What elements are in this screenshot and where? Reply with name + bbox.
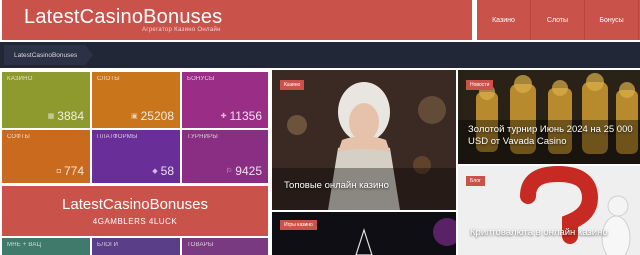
tile-label: МНЕ + ВАЦ bbox=[7, 242, 42, 248]
nav-item-casino[interactable]: Казино bbox=[477, 0, 531, 40]
tile-label: БЛОГИ bbox=[97, 242, 119, 248]
tile-casino[interactable]: КАЗИНО ▦ 3884 bbox=[2, 72, 90, 128]
nav-item-slots[interactable]: Слоты bbox=[531, 0, 585, 40]
tile-count: ✚ 11356 bbox=[220, 109, 262, 123]
tile-label: СОФТЫ bbox=[7, 134, 31, 140]
software-icon: ◘ bbox=[56, 167, 61, 175]
card-title[interactable]: Криптовалюта в онлайн казино bbox=[470, 227, 608, 239]
card-top-casino[interactable]: Казино Топовые онлайн казино bbox=[272, 70, 456, 210]
promo-title: LatestCasinoBonuses bbox=[62, 196, 208, 213]
promo-subtitle: 4GAMBLERS 4LUCK bbox=[92, 217, 178, 226]
breadcrumb-bar: LatestCasinoBonuses bbox=[0, 42, 640, 68]
card-tag[interactable]: Игры казино bbox=[280, 220, 317, 230]
tile-count: ▣ 25208 bbox=[131, 109, 174, 123]
card-title[interactable]: Золотой турнир Июнь 2024 на 25 000 USD о… bbox=[468, 124, 638, 148]
category-tiles: КАЗИНО ▦ 3884 СЛОТЫ ▣ 25208 БОНУСЫ ✚ 11356 … bbox=[0, 70, 270, 255]
tile-blogs[interactable]: БЛОГИ bbox=[92, 238, 180, 255]
tile-count: ◆ 58 bbox=[152, 164, 174, 178]
tile-label: ТОВАРЫ bbox=[187, 242, 214, 248]
games-image bbox=[272, 212, 456, 255]
tournaments-icon: ⚐ bbox=[226, 168, 233, 175]
nav-item-bonuses[interactable]: Бонусы bbox=[585, 0, 639, 40]
card-blog[interactable]: Блог Криптовалюта в онлайн казино bbox=[458, 166, 640, 255]
tile-label: БОНУСЫ bbox=[187, 76, 215, 82]
question-mark-image bbox=[458, 166, 640, 255]
slots-icon: ▣ bbox=[131, 113, 138, 120]
card-games[interactable]: Игры казино bbox=[272, 212, 456, 255]
tile-bonuses[interactable]: БОНУСЫ ✚ 11356 bbox=[182, 72, 268, 128]
tile-count: ▦ 3884 bbox=[47, 109, 84, 123]
tile-label: КАЗИНО bbox=[7, 76, 33, 82]
logo-subtitle: Агрегатор Казино Онлайн bbox=[142, 27, 221, 33]
tile-software[interactable]: СОФТЫ ◘ 774 bbox=[2, 130, 90, 183]
breadcrumb-current[interactable]: LatestCasinoBonuses bbox=[4, 45, 94, 65]
tile-label: ТУРНИРЫ bbox=[187, 134, 218, 140]
tile-label: ПЛАТФОРМЫ bbox=[97, 134, 138, 140]
site-header: LatestCasinoBonuses Агрегатор Казино Онл… bbox=[0, 0, 640, 42]
platforms-icon: ◆ bbox=[152, 168, 158, 175]
tile-count: ◘ 774 bbox=[56, 164, 84, 178]
logo-link[interactable]: LatestCasinoBonuses Агрегатор Казино Онл… bbox=[2, 0, 472, 40]
card-tag[interactable]: Казино bbox=[280, 80, 305, 90]
card-news[interactable]: Новости Золотой турнир Июнь 2024 на 25 0… bbox=[458, 70, 640, 164]
casino-icon: ▦ bbox=[47, 113, 55, 120]
card-tag[interactable]: Новости bbox=[466, 80, 494, 90]
card-title[interactable]: Топовые онлайн казино bbox=[284, 180, 389, 192]
tile-count: ⚐ 9425 bbox=[226, 164, 262, 178]
logo-title[interactable]: LatestCasinoBonuses bbox=[24, 6, 222, 29]
tile-extra-1[interactable]: МНЕ + ВАЦ bbox=[2, 238, 90, 255]
tile-label: СЛОТЫ bbox=[97, 76, 120, 82]
tile-slots[interactable]: СЛОТЫ ▣ 25208 bbox=[92, 72, 180, 128]
tile-platforms[interactable]: ПЛАТФОРМЫ ◆ 58 bbox=[92, 130, 180, 183]
main-nav: Казино Слоты Бонусы bbox=[477, 0, 640, 40]
card-tag[interactable]: Блог bbox=[466, 176, 485, 186]
promo-banner[interactable]: LatestCasinoBonuses 4GAMBLERS 4LUCK bbox=[2, 186, 268, 236]
tile-goods[interactable]: ТОВАРЫ bbox=[182, 238, 268, 255]
bonus-icon: ✚ bbox=[220, 113, 227, 120]
tile-tournaments[interactable]: ТУРНИРЫ ⚐ 9425 bbox=[182, 130, 268, 183]
